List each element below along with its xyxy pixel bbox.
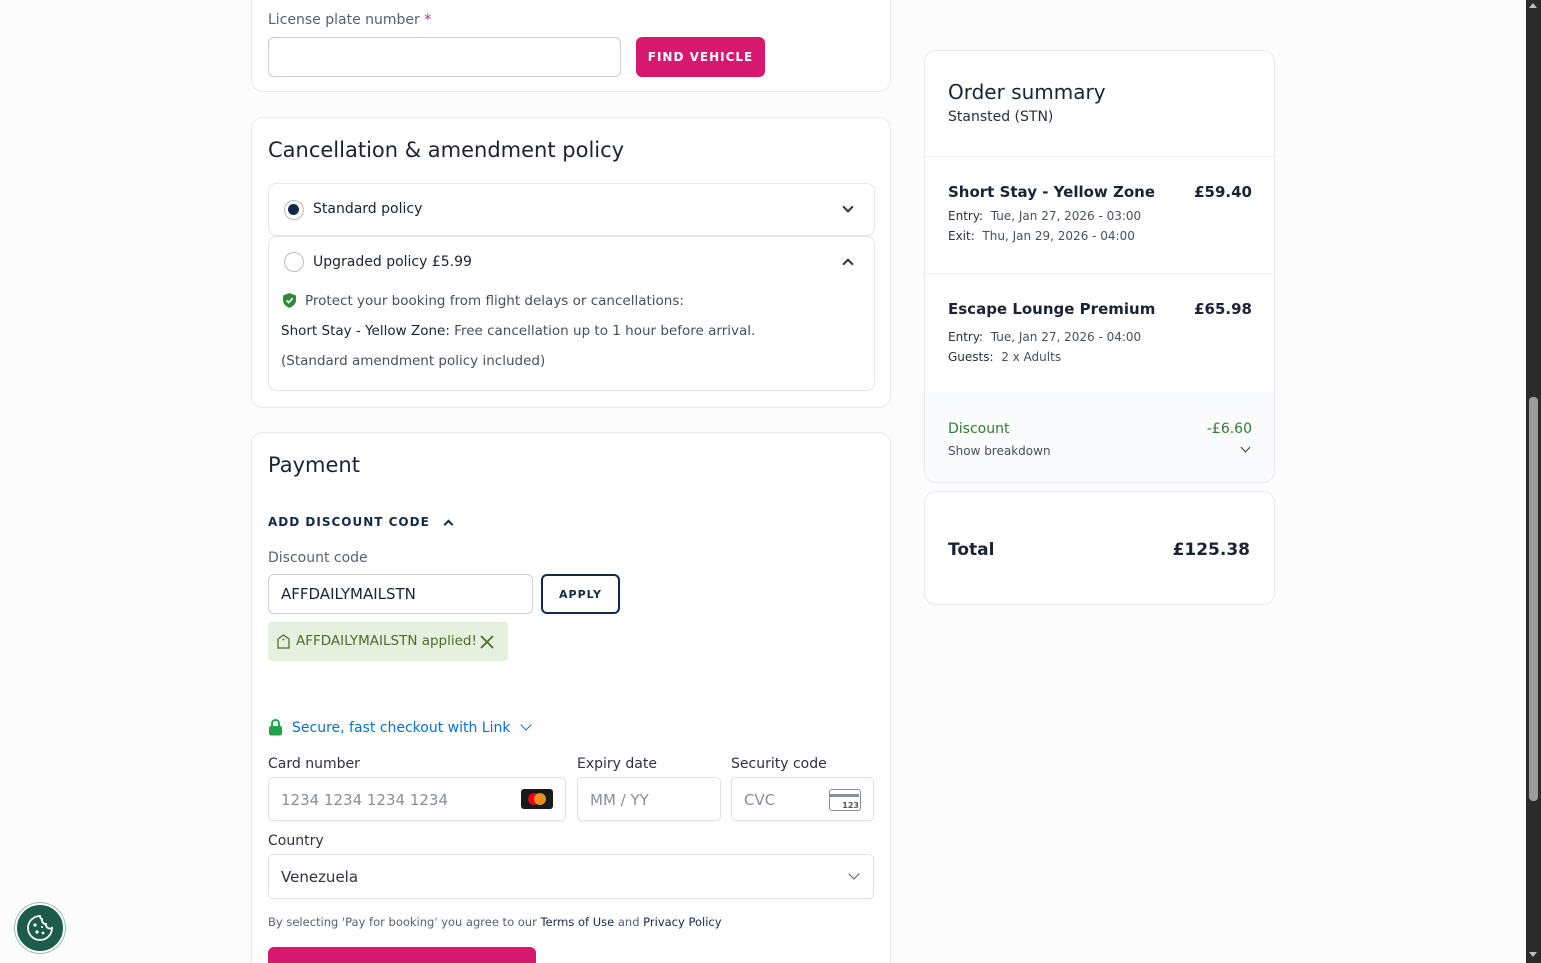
- security-code-label: Security code: [731, 756, 827, 772]
- zone-policy-line: Short Stay - Yellow Zone: Free cancellat…: [281, 323, 755, 339]
- plate-label: License plate number *: [268, 12, 431, 28]
- policy-card: Cancellation & amendment policy Standard…: [251, 117, 891, 408]
- policy-title: Cancellation & amendment policy: [268, 138, 625, 162]
- plate-label-text: License plate number: [268, 12, 420, 28]
- discount-code-label: Discount code: [268, 550, 368, 566]
- mastercard-icon: [521, 789, 553, 809]
- cvc-placeholder: CVC: [744, 791, 776, 809]
- order-summary-card: Order summary Stansted (STN) Short Stay …: [924, 50, 1275, 483]
- summary-item-name: Escape Lounge Premium: [948, 300, 1156, 318]
- summary-item-line: Entry: Tue, Jan 27, 2026 - 03:00: [948, 209, 1141, 223]
- country-select[interactable]: Venezuela: [268, 854, 874, 899]
- guests-value: 2 x Adults: [1001, 350, 1062, 364]
- chevron-down-icon[interactable]: [842, 201, 854, 213]
- upgraded-policy-radio[interactable]: [284, 252, 304, 272]
- upgraded-policy-option[interactable]: Upgraded policy £5.99 Protect your booki…: [268, 236, 875, 391]
- discount-code-value: AFFDAILYMAILSTN: [281, 585, 416, 603]
- entry-value: Tue, Jan 27, 2026 - 03:00: [990, 209, 1142, 223]
- amendment-text: (Standard amendment policy included): [281, 353, 546, 369]
- discount-applied-text: AFFDAILYMAILSTN applied!: [296, 633, 477, 649]
- order-summary-title: Order summary: [948, 80, 1106, 104]
- link-checkout-toggle[interactable]: Secure, fast checkout with Link: [268, 718, 533, 736]
- security-code-input[interactable]: CVC 123: [731, 777, 874, 821]
- country-value: Venezuela: [281, 868, 359, 886]
- vehicle-card: License plate number * FIND VEHICLE: [251, 0, 891, 92]
- apply-label: APPLY: [559, 587, 602, 601]
- exit-value: Thu, Jan 29, 2026 - 04:00: [982, 229, 1135, 243]
- lock-icon: [268, 718, 283, 736]
- link-checkout-text: Secure, fast checkout with Link: [292, 719, 511, 736]
- scroll-up-arrow-icon[interactable]: [1529, 3, 1537, 8]
- terms-text: By selecting 'Pay for booking' you agree…: [268, 915, 722, 929]
- summary-item-line: Exit: Thu, Jan 29, 2026 - 04:00: [948, 229, 1135, 243]
- page-scrollbar[interactable]: [1526, 0, 1541, 963]
- entry-value: Tue, Jan 27, 2026 - 04:00: [990, 330, 1142, 344]
- protect-text: Protect your booking from flight delays …: [305, 293, 684, 309]
- exit-label: Exit:: [948, 229, 975, 243]
- discount-label: Discount: [948, 421, 1010, 437]
- country-label: Country: [268, 833, 324, 849]
- zone-text: Free cancellation up to 1 hour before ar…: [449, 323, 756, 339]
- discount-section: Discount -£6.60 Show breakdown: [925, 392, 1274, 482]
- terms-and: and: [614, 915, 644, 929]
- expiry-placeholder: MM / YY: [590, 791, 649, 809]
- airport-name: Stansted (STN): [948, 109, 1054, 125]
- shield-check-icon: [283, 293, 296, 308]
- card-number-label: Card number: [268, 756, 360, 772]
- add-discount-label: ADD DISCOUNT CODE: [268, 515, 430, 529]
- payment-card: Payment ADD DISCOUNT CODE Discount code …: [251, 432, 891, 963]
- standard-policy-option[interactable]: Standard policy: [268, 183, 875, 236]
- summary-item-price: £59.40: [1194, 183, 1252, 201]
- guests-label: Guests:: [948, 350, 994, 364]
- total-card: Total £125.38: [924, 491, 1275, 605]
- zone-name: Short Stay - Yellow Zone:: [281, 323, 450, 339]
- apply-button[interactable]: APPLY: [541, 574, 620, 614]
- privacy-policy-link[interactable]: Privacy Policy: [643, 915, 721, 929]
- terms-prefix: By selecting 'Pay for booking' you agree…: [268, 915, 541, 929]
- discount-code-input[interactable]: AFFDAILYMAILSTN: [268, 574, 533, 614]
- cookie-icon: [26, 914, 54, 946]
- standard-policy-label: Standard policy: [313, 201, 423, 217]
- summary-item-line: Entry: Tue, Jan 27, 2026 - 04:00: [948, 330, 1141, 344]
- entry-label: Entry:: [948, 330, 984, 344]
- license-plate-input[interactable]: [268, 37, 621, 77]
- summary-item: Short Stay - Yellow Zone £59.40 Entry: T…: [925, 157, 1274, 273]
- total-value: £125.38: [1172, 540, 1250, 560]
- scroll-down-arrow-icon[interactable]: [1529, 952, 1537, 957]
- find-vehicle-button[interactable]: FIND VEHICLE: [636, 37, 765, 77]
- scrollbar-thumb[interactable]: [1529, 397, 1538, 801]
- chevron-down-icon: [848, 868, 860, 880]
- chevron-up-icon: [443, 519, 454, 529]
- payment-title: Payment: [268, 453, 360, 477]
- total-label: Total: [948, 540, 995, 560]
- expiry-date-input[interactable]: MM / YY: [577, 777, 721, 821]
- discount-value: -£6.60: [1206, 421, 1252, 437]
- required-mark: *: [424, 12, 432, 28]
- standard-policy-radio[interactable]: [284, 200, 304, 220]
- expiry-date-label: Expiry date: [577, 756, 657, 772]
- card-number-input[interactable]: 1234 1234 1234 1234: [268, 777, 566, 821]
- terms-of-use-link[interactable]: Terms of Use: [540, 915, 614, 929]
- summary-item-name: Short Stay - Yellow Zone: [948, 183, 1156, 201]
- upgraded-policy-label: Upgraded policy £5.99: [313, 254, 472, 270]
- add-discount-toggle[interactable]: ADD DISCOUNT CODE: [268, 515, 454, 529]
- discount-applied-badge: AFFDAILYMAILSTN applied!: [268, 622, 508, 661]
- chevron-up-icon[interactable]: [842, 258, 854, 270]
- card-number-placeholder: 1234 1234 1234 1234: [281, 791, 448, 809]
- summary-item: Escape Lounge Premium £65.98 Entry: Tue,…: [925, 274, 1274, 392]
- entry-label: Entry:: [948, 209, 984, 223]
- chevron-down-icon[interactable]: [1240, 442, 1251, 453]
- tag-icon: [277, 634, 290, 653]
- summary-item-line: Guests: 2 x Adults: [948, 350, 1061, 364]
- cookie-settings-button[interactable]: [15, 903, 65, 953]
- cvc-icon-text: 123: [842, 801, 859, 810]
- cvc-card-icon: 123: [829, 789, 861, 811]
- close-icon[interactable]: [480, 634, 494, 653]
- show-breakdown-link[interactable]: Show breakdown: [948, 444, 1051, 458]
- chevron-down-icon: [520, 719, 533, 731]
- pay-for-booking-button[interactable]: [268, 947, 536, 963]
- summary-item-price: £65.98: [1194, 300, 1252, 318]
